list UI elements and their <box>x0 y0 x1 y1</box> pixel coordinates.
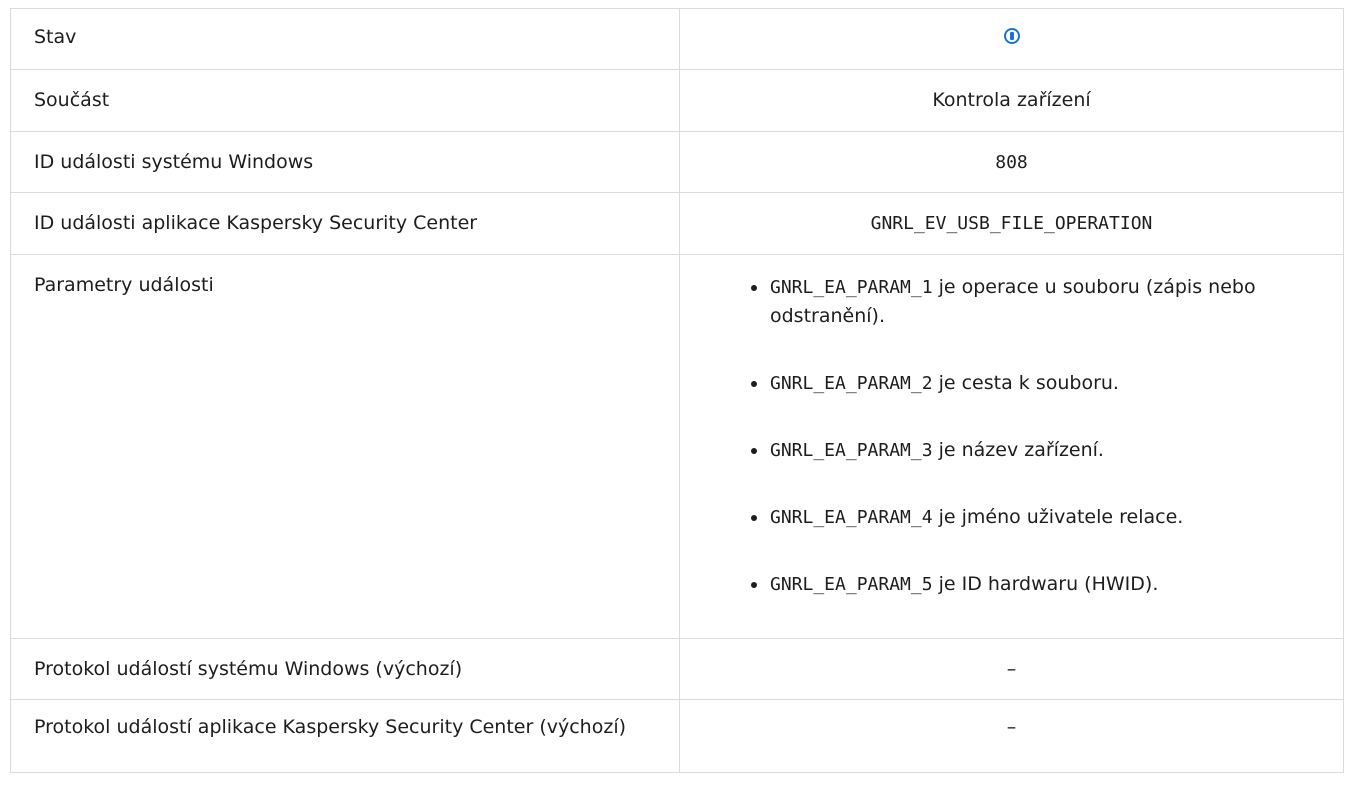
list-item: GNRL_EA_PARAM_3 je název zařízení. <box>748 436 1313 465</box>
table-row-ksc-event-id: ID události aplikace Kaspersky Security … <box>10 192 1344 255</box>
row-value <box>679 8 1344 70</box>
row-value: – <box>679 638 1344 700</box>
list-item: GNRL_EA_PARAM_2 je cesta k souboru. <box>748 369 1313 398</box>
row-label: Součást <box>10 69 680 132</box>
event-details-table: Stav Součást Kontrola zařízení ID událos… <box>10 8 1344 773</box>
param-description: je název zařízení. <box>932 439 1104 461</box>
list-item: GNRL_EA_PARAM_5 je ID hardwaru (HWID). <box>748 570 1313 599</box>
list-item: GNRL_EA_PARAM_4 je jméno uživatele relac… <box>748 503 1313 532</box>
table-row-status: Stav <box>10 8 1344 70</box>
row-label: Protokol událostí systému Windows (výcho… <box>10 638 680 700</box>
row-value: Kontrola zařízení <box>679 69 1344 132</box>
param-code: GNRL_EA_PARAM_5 <box>770 574 933 595</box>
row-value: GNRL_EV_USB_FILE_OPERATION <box>679 192 1344 255</box>
param-description: je jméno uživatele relace. <box>932 506 1184 528</box>
param-code: GNRL_EA_PARAM_4 <box>770 507 933 528</box>
param-description: je ID hardwaru (HWID). <box>932 573 1159 595</box>
table-row-windows-event-id: ID události systému Windows 808 <box>10 131 1344 193</box>
table-row-event-parameters: Parametry události GNRL_EA_PARAM_1 je op… <box>10 254 1344 639</box>
row-label: ID události systému Windows <box>10 131 680 193</box>
info-icon <box>1003 27 1020 44</box>
param-description: je cesta k souboru. <box>932 372 1119 394</box>
list-item: GNRL_EA_PARAM_1 je operace u souboru (zá… <box>748 273 1313 331</box>
row-label: Protokol událostí aplikace Kaspersky Sec… <box>10 699 680 773</box>
param-code: GNRL_EA_PARAM_3 <box>770 440 933 461</box>
row-value: GNRL_EA_PARAM_1 je operace u souboru (zá… <box>679 254 1344 639</box>
row-label: Stav <box>10 8 680 70</box>
row-value: – <box>679 699 1344 773</box>
row-label: Parametry události <box>10 254 680 639</box>
table-row-windows-log: Protokol událostí systému Windows (výcho… <box>10 638 1344 700</box>
parameter-list: GNRL_EA_PARAM_1 je operace u souboru (zá… <box>700 273 1313 599</box>
row-value: 808 <box>679 131 1344 193</box>
row-label: ID události aplikace Kaspersky Security … <box>10 192 680 255</box>
table-row-component: Součást Kontrola zařízení <box>10 69 1344 132</box>
param-code: GNRL_EA_PARAM_1 <box>770 277 933 298</box>
param-code: GNRL_EA_PARAM_2 <box>770 373 933 394</box>
table-row-ksc-log: Protokol událostí aplikace Kaspersky Sec… <box>10 699 1344 773</box>
